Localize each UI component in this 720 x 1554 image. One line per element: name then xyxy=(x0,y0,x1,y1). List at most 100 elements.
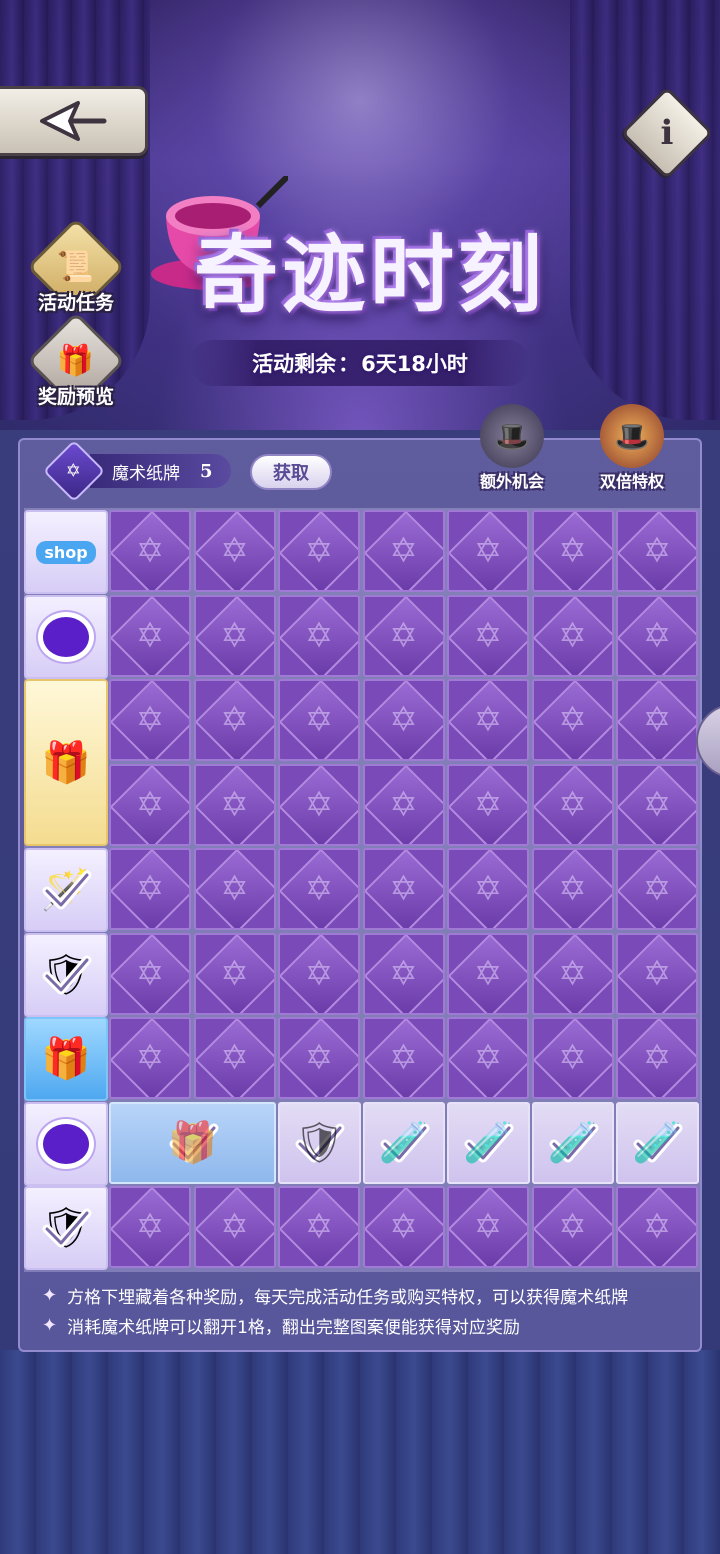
cell-hidden[interactable]: ✡ xyxy=(362,1017,445,1099)
cell-hidden[interactable]: ✡ xyxy=(531,594,614,677)
hexagram-icon: ✡ xyxy=(389,784,418,825)
cell-hidden[interactable]: ✡ xyxy=(531,932,614,1015)
side-item-reward-preview[interactable]: 🎁 奖励预览 xyxy=(26,311,126,411)
cell-hidden[interactable]: ✡ xyxy=(531,679,614,761)
cell-hidden[interactable]: ✡ xyxy=(447,848,529,930)
cell-hidden[interactable]: ✡ xyxy=(447,679,529,761)
hexagram-icon: ✡ xyxy=(135,531,165,571)
hexagram-icon: ✡ xyxy=(473,531,503,571)
hexagram-icon: ✡ xyxy=(304,953,334,994)
cell-hidden[interactable]: ✡ xyxy=(447,1186,529,1268)
cell-hidden[interactable]: ✡ xyxy=(109,848,191,930)
hexagram-icon: ✡ xyxy=(220,531,249,571)
cell-hidden[interactable]: ✡ xyxy=(362,679,445,761)
privilege-label: 额外机会 xyxy=(479,472,544,491)
cell-hidden[interactable]: ✡ xyxy=(362,763,445,846)
hexagram-icon: ✡ xyxy=(304,1038,334,1078)
hexagram-icon: ✡ xyxy=(304,615,334,656)
hexagram-icon: ✡ xyxy=(220,869,249,909)
hexagram-icon: ✡ xyxy=(642,700,672,740)
cell-open: 🛡 xyxy=(278,1101,361,1184)
hexagram-icon: ✡ xyxy=(642,784,672,825)
cell-hidden[interactable]: ✡ xyxy=(447,1017,529,1099)
cell-hidden[interactable]: ✡ xyxy=(109,679,191,761)
obtain-cards-button[interactable]: 获取 xyxy=(250,454,332,490)
cell-hidden[interactable]: ✡ xyxy=(362,848,445,930)
cell-hidden[interactable]: ✡ xyxy=(109,594,191,677)
hexagram-icon: ✡ xyxy=(473,1038,503,1078)
cell-hidden[interactable]: ✡ xyxy=(278,679,360,761)
cell-hidden[interactable]: ✡ xyxy=(109,1017,191,1099)
row-reward-gift[interactable]: 🎁 xyxy=(24,679,108,846)
cell-open: 🎁 xyxy=(109,1101,276,1184)
hexagram-icon: ✡ xyxy=(558,615,587,656)
cell-hidden[interactable]: ✡ xyxy=(193,848,276,930)
sparkle-icon: ✦ xyxy=(42,1284,58,1306)
cell-hidden[interactable]: ✡ xyxy=(278,1186,360,1268)
cell-hidden[interactable]: ✡ xyxy=(447,594,529,677)
cell-hidden[interactable]: ✡ xyxy=(278,594,360,677)
hexagram-icon: ✡ xyxy=(473,1207,503,1247)
hexagram-icon: ✡ xyxy=(135,784,165,825)
row-reward-8[interactable]: 🛡 xyxy=(24,1186,108,1270)
cell-hidden[interactable]: ✡ xyxy=(616,594,698,677)
hexagram-icon: ✡ xyxy=(642,531,672,571)
privilege-extra-chance[interactable]: 🎩 额外机会 xyxy=(466,404,558,492)
cell-hidden[interactable]: ✡ xyxy=(193,1017,276,1099)
cell-hidden[interactable]: ✡ xyxy=(193,679,276,761)
cell-hidden[interactable]: ✡ xyxy=(193,932,276,1015)
cell-hidden[interactable]: ✡ xyxy=(278,763,360,846)
shop-badge-icon: shop xyxy=(36,540,96,564)
info-icon: i xyxy=(660,113,674,153)
cell-hidden[interactable]: ✡ xyxy=(616,1017,698,1099)
cell-hidden[interactable]: ✡ xyxy=(278,848,360,930)
cell-hidden[interactable]: ✡ xyxy=(447,763,529,846)
hexagram-icon: ✡ xyxy=(642,1038,672,1078)
cell-hidden[interactable]: ✡ xyxy=(531,1017,614,1099)
cell-hidden[interactable]: ✡ xyxy=(447,932,529,1015)
cell-hidden[interactable]: ✡ xyxy=(531,848,614,930)
cell-hidden[interactable]: ✡ xyxy=(531,1186,614,1268)
cell-hidden[interactable]: ✡ xyxy=(109,763,191,846)
note-line: ✦ 方格下埋藏着各种奖励，每天完成活动任务或购买特权，可以获得魔术纸牌 xyxy=(42,1280,702,1310)
potion-icon: 🧪 xyxy=(632,1119,683,1166)
row-reward-7[interactable] xyxy=(24,1101,108,1186)
cell-hidden[interactable]: ✡ xyxy=(616,763,698,846)
privilege-double[interactable]: 🎩 双倍特权 xyxy=(586,404,678,492)
cell-hidden[interactable]: ✡ xyxy=(278,932,360,1015)
row-reward-6[interactable]: 🎁 xyxy=(24,1017,108,1101)
blue-gift-icon: 🎁 xyxy=(41,1036,91,1082)
potion-icon: 🧪 xyxy=(463,1119,514,1166)
side-item-tasks[interactable]: 📜 活动任务 xyxy=(26,217,126,317)
cell-hidden[interactable]: ✡ xyxy=(362,510,445,592)
cell-hidden[interactable]: ✡ xyxy=(531,510,614,592)
cell-hidden[interactable]: ✡ xyxy=(278,510,360,592)
card-label: 魔术纸牌 xyxy=(112,463,180,484)
cell-hidden[interactable]: ✡ xyxy=(447,510,529,592)
cell-hidden[interactable]: ✡ xyxy=(362,1186,445,1268)
row-reward-0[interactable]: shop xyxy=(24,510,108,594)
cell-hidden[interactable]: ✡ xyxy=(109,932,191,1015)
cell-hidden[interactable]: ✡ xyxy=(193,594,276,677)
back-button[interactable] xyxy=(0,86,148,156)
hexagram-icon: ✡ xyxy=(558,531,587,571)
hexagram-icon: ✡ xyxy=(558,700,587,740)
cell-hidden[interactable]: ✡ xyxy=(616,848,698,930)
row-reward-4[interactable]: 🪄 xyxy=(24,848,108,932)
cell-hidden[interactable]: ✡ xyxy=(109,1186,191,1268)
cell-hidden[interactable]: ✡ xyxy=(362,932,445,1015)
cell-hidden[interactable]: ✡ xyxy=(616,932,698,1015)
hexagram-icon: ✡ xyxy=(473,953,503,994)
row-reward-1[interactable] xyxy=(24,594,108,679)
row-reward-5[interactable]: 🛡 xyxy=(24,932,108,1017)
cell-hidden[interactable]: ✡ xyxy=(193,1186,276,1268)
cell-hidden[interactable]: ✡ xyxy=(193,763,276,846)
cell-hidden[interactable]: ✡ xyxy=(531,763,614,846)
cell-hidden[interactable]: ✡ xyxy=(278,1017,360,1099)
cell-hidden[interactable]: ✡ xyxy=(193,510,276,592)
cell-hidden[interactable]: ✡ xyxy=(616,679,698,761)
cell-hidden[interactable]: ✡ xyxy=(362,594,445,677)
cell-hidden[interactable]: ✡ xyxy=(616,510,698,592)
cell-hidden[interactable]: ✡ xyxy=(616,1186,698,1268)
cell-hidden[interactable]: ✡ xyxy=(109,510,191,592)
